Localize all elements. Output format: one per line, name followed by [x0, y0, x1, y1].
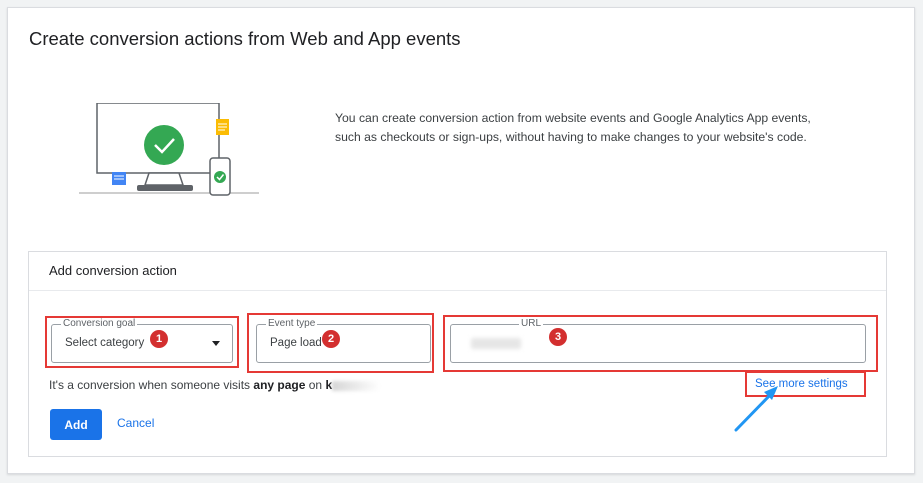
page-title: Create conversion actions from Web and A… [29, 28, 461, 49]
intro-text: You can create conversion action from we… [335, 109, 835, 146]
intro-line-1: You can create conversion action from we… [335, 111, 811, 125]
panel-title: Add conversion action [49, 263, 177, 278]
highlight-box-1 [45, 316, 239, 368]
monitor-illustration [79, 103, 259, 196]
cancel-button[interactable]: Cancel [117, 416, 154, 430]
highlight-box-3 [443, 315, 878, 372]
domain-text: k [325, 378, 333, 392]
panel-header: Add conversion action [29, 252, 886, 291]
domain-redacted [332, 380, 381, 391]
phone-check-icon [214, 171, 226, 183]
add-button[interactable]: Add [50, 409, 102, 440]
success-check-icon [144, 125, 184, 165]
highlight-box-2 [247, 313, 434, 373]
any-page-text: any page [253, 378, 306, 392]
step-badge-1: 1 [150, 330, 168, 348]
monitor-stand [143, 172, 185, 186]
intro-line-2: such as checkouts or sign-ups, without h… [335, 129, 807, 144]
step-badge-3: 3 [549, 328, 567, 346]
monitor-base [137, 185, 193, 191]
conversion-info-text: It's a conversion when someone visits an… [49, 378, 381, 392]
step-badge-2: 2 [322, 330, 340, 348]
pointer-arrow-icon [734, 386, 778, 432]
